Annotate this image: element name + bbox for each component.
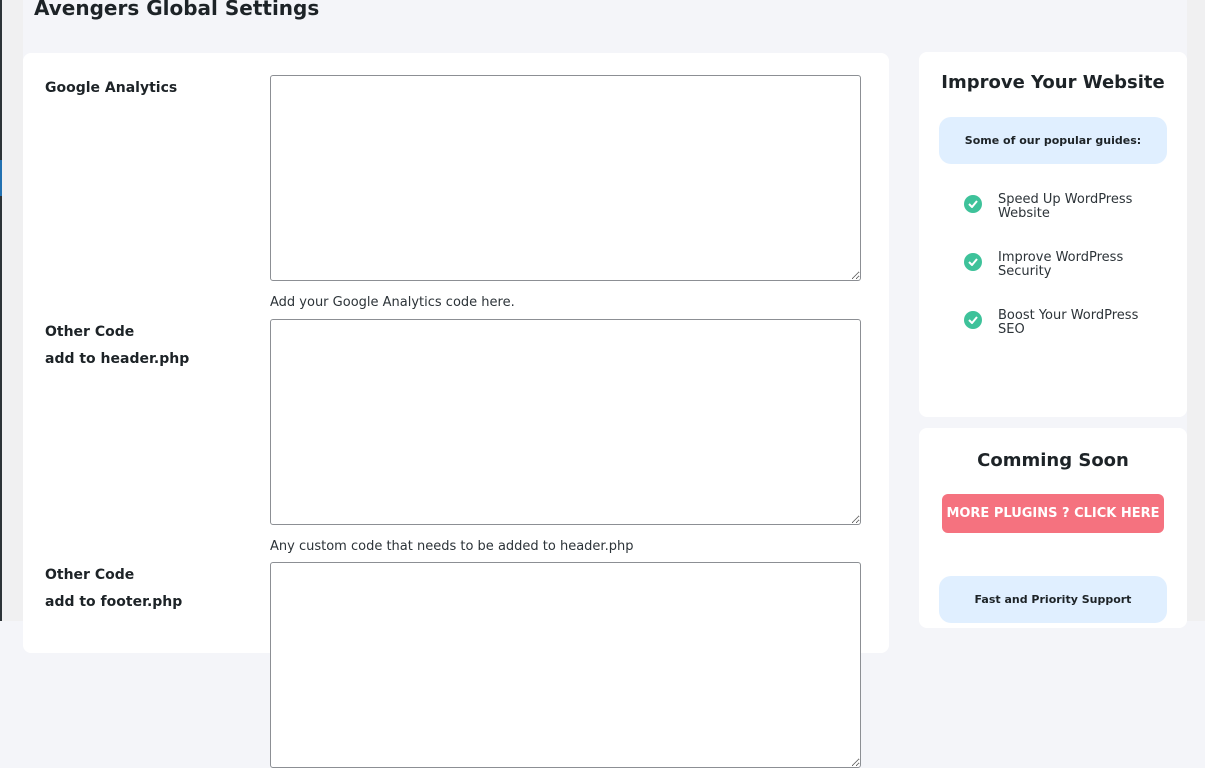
field-label-line2: add to footer.php bbox=[45, 594, 183, 610]
field-label-line1: Other Code bbox=[45, 567, 135, 583]
coming-soon-title: Comming Soon bbox=[977, 450, 1129, 471]
settings-form-card: Google Analytics Add your Google Analyti… bbox=[23, 53, 889, 768]
check-circle-icon bbox=[964, 311, 982, 329]
guide-label: Boost Your WordPress SEO bbox=[998, 308, 1139, 337]
more-plugins-button[interactable]: MORE PLUGINS ? CLICK HERE bbox=[942, 494, 1164, 533]
field-label-line1: Google Analytics bbox=[45, 80, 178, 96]
improve-website-card: Improve Your Website Some of our popular… bbox=[919, 52, 1187, 417]
guide-item[interactable]: Boost Your WordPress SEO bbox=[964, 309, 1158, 337]
guide-item[interactable]: Improve WordPress Security bbox=[964, 251, 1158, 279]
header-code-help: Any custom code that needs to be added t… bbox=[270, 539, 634, 554]
page-title: Avengers Global Settings bbox=[34, 0, 320, 20]
check-circle-icon bbox=[964, 253, 982, 271]
admin-sidebar-edge bbox=[0, 0, 23, 621]
guide-label: Improve WordPress Security bbox=[998, 250, 1124, 279]
check-circle-icon bbox=[964, 195, 982, 213]
sidebar-border bbox=[0, 0, 2, 621]
google-analytics-help: Add your Google Analytics code here. bbox=[270, 295, 515, 310]
priority-support-pill: Fast and Priority Support bbox=[939, 576, 1167, 623]
coming-soon-card: Comming Soon MORE PLUGINS ? CLICK HERE F… bbox=[919, 428, 1187, 628]
field-label-line1: Other Code bbox=[45, 324, 135, 340]
header-code-textarea[interactable] bbox=[270, 319, 861, 525]
guide-label: Speed Up WordPress Website bbox=[998, 192, 1133, 221]
field-label-line2: add to header.php bbox=[45, 351, 190, 367]
header-code-label: Other Code add to header.php bbox=[45, 319, 189, 373]
improve-website-title: Improve Your Website bbox=[941, 72, 1165, 93]
google-analytics-label: Google Analytics bbox=[45, 75, 177, 102]
popular-guides-pill: Some of our popular guides: bbox=[939, 117, 1167, 164]
google-analytics-textarea[interactable] bbox=[270, 75, 861, 281]
footer-code-label: Other Code add to footer.php bbox=[45, 562, 182, 616]
sidebar-active-indicator bbox=[0, 160, 2, 196]
guide-item[interactable]: Speed Up WordPress Website bbox=[964, 193, 1158, 221]
scroll-edge bbox=[1187, 0, 1205, 621]
footer-code-textarea[interactable] bbox=[270, 562, 861, 768]
